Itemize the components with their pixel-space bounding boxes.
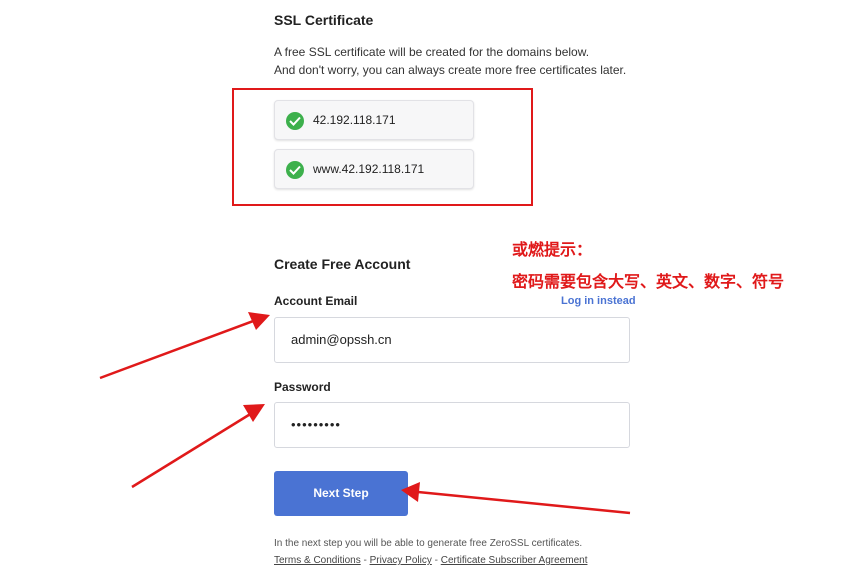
- annotation-arrows: [99, 312, 631, 515]
- arrow-to-password-icon: [131, 404, 265, 489]
- arrow-to-email-icon: [99, 312, 270, 380]
- arrow-to-next-button-icon: [401, 482, 631, 515]
